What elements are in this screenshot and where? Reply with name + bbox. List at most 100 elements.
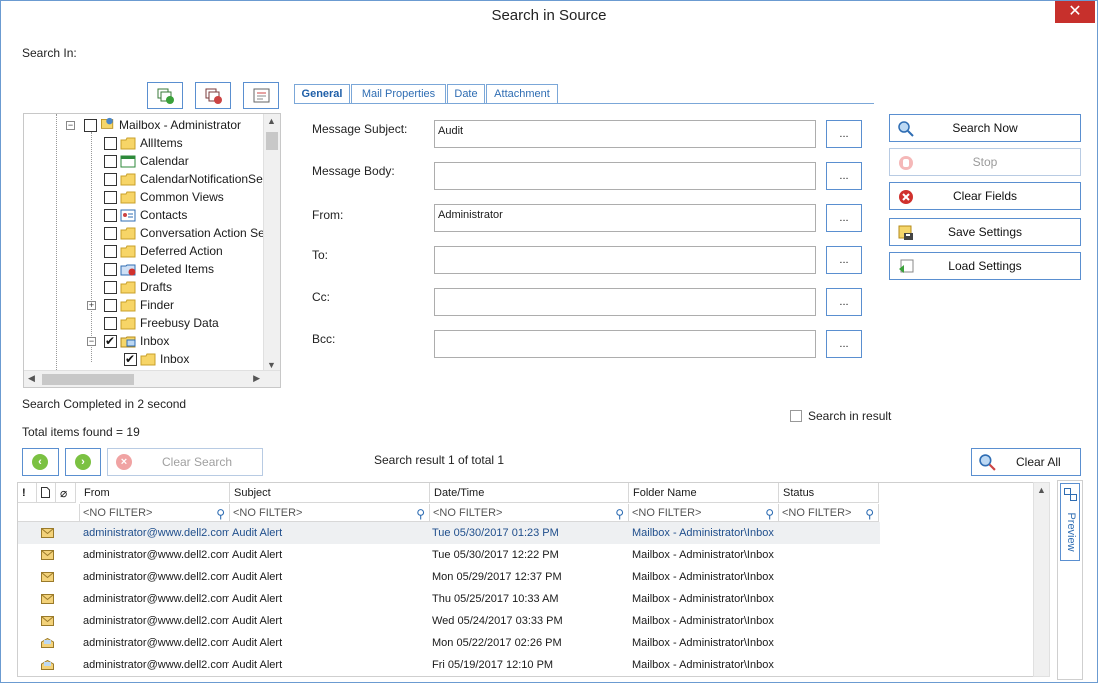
tree-item[interactable]: Contacts (24, 206, 264, 224)
tree-checkbox[interactable] (124, 350, 137, 368)
tab-attachment[interactable]: Attachment (486, 84, 558, 104)
preview-tab[interactable]: Preview (1060, 483, 1080, 561)
tree-checkbox[interactable] (104, 281, 117, 294)
to-browse-button[interactable]: ... (826, 246, 862, 274)
results-grid[interactable]: ! ⌀ From Subject Date/Time Folder Name S… (17, 482, 1049, 677)
column-status[interactable]: Status (779, 483, 879, 503)
column-folder[interactable]: Folder Name (629, 483, 779, 503)
tree-checkbox[interactable] (104, 332, 117, 350)
column-flag[interactable]: ! (18, 483, 37, 503)
expand-toggle[interactable]: + (87, 301, 96, 310)
subject-filter[interactable]: <NO FILTER> ⚲ (230, 504, 430, 522)
tree-checkbox[interactable] (104, 191, 117, 204)
search-icon[interactable]: ⚲ (865, 505, 874, 523)
column-subject[interactable]: Subject (230, 483, 430, 503)
bcc-input[interactable] (434, 330, 816, 358)
tree-horizontal-scrollbar[interactable]: ◀ ▶ (24, 370, 280, 387)
tree-checkbox[interactable] (104, 245, 117, 258)
tree-checkbox[interactable] (104, 137, 117, 150)
scroll-left-icon[interactable]: ◀ (28, 373, 35, 384)
tree-item[interactable]: CalendarNotificationSe (24, 170, 264, 188)
tree-item[interactable]: + Finder (24, 296, 264, 314)
table-row[interactable]: administrator@www.dell2.com Audit Alert Mo… (18, 566, 880, 588)
tree-checkbox[interactable] (104, 263, 117, 276)
tree-checkbox[interactable] (104, 209, 117, 222)
status-filter[interactable]: <NO FILTER> ⚲ (779, 504, 879, 522)
scroll-thumb[interactable] (266, 132, 278, 150)
tree-checkbox[interactable] (104, 299, 117, 312)
tree-checkbox[interactable] (104, 227, 117, 240)
table-row[interactable]: administrator@www.dell2.com Audit Alert Fr… (18, 654, 880, 676)
date-filter[interactable]: <NO FILTER> ⚲ (430, 504, 629, 522)
tree-item[interactable]: Deferred Action (24, 242, 264, 260)
next-result-button[interactable]: › (65, 448, 101, 476)
tab-general[interactable]: General (294, 84, 350, 104)
tree-checkbox[interactable] (104, 155, 117, 168)
cc-browse-button[interactable]: ... (826, 288, 862, 316)
tree-item[interactable]: − Inbox (24, 332, 264, 350)
collapse-toggle[interactable]: − (87, 337, 96, 346)
tree-item[interactable]: Common Views (24, 188, 264, 206)
collapse-toggle[interactable]: − (66, 121, 75, 130)
folder-tree[interactable]: − Mailbox - Administrator AllItems Calend… (23, 113, 281, 388)
save-settings-button[interactable]: Save Settings (889, 218, 1081, 246)
body-browse-button[interactable]: ... (826, 162, 862, 190)
from-browse-button[interactable]: ... (826, 204, 862, 232)
subject-browse-button[interactable]: ... (826, 120, 862, 148)
tree-checkbox[interactable] (104, 317, 117, 330)
table-row[interactable]: administrator@www.dell2.com Audit Alert Mo… (18, 632, 880, 654)
tree-checkbox[interactable] (104, 173, 117, 186)
column-date[interactable]: Date/Time (430, 483, 629, 503)
close-button[interactable]: ✕ (1055, 1, 1095, 23)
bcc-browse-button[interactable]: ... (826, 330, 862, 358)
select-folders-button[interactable] (147, 82, 183, 109)
tree-item[interactable]: Freebusy Data (24, 314, 264, 332)
column-attachment[interactable]: ⌀ (56, 483, 76, 503)
table-row[interactable]: administrator@www.dell2.com Audit Alert Tu… (18, 544, 880, 566)
clear-all-button[interactable]: Clear All (971, 448, 1081, 476)
from-filter[interactable]: <NO FILTER> ⚲ (80, 504, 230, 522)
tree-vertical-scrollbar[interactable]: ▲ ▼ (263, 114, 280, 372)
column-type[interactable] (37, 483, 56, 503)
hscroll-thumb[interactable] (42, 374, 134, 385)
clear-fields-button[interactable]: Clear Fields (889, 182, 1081, 210)
grid-scroll-up-icon[interactable]: ▲ (1037, 485, 1046, 495)
search-icon[interactable]: ⚲ (765, 505, 774, 523)
tab-mail-properties[interactable]: Mail Properties (351, 84, 446, 104)
select-multiple-button[interactable] (195, 82, 231, 109)
tree-root[interactable]: − Mailbox - Administrator (24, 116, 264, 134)
folder-filter[interactable]: <NO FILTER> ⚲ (629, 504, 779, 522)
scroll-up-icon[interactable]: ▲ (267, 116, 276, 126)
search-now-button[interactable]: Search Now (889, 114, 1081, 142)
search-icon[interactable]: ⚲ (416, 505, 425, 523)
tree-item[interactable]: Deleted Items (24, 260, 264, 278)
body-input[interactable] (434, 162, 816, 190)
table-row[interactable]: administrator@www.dell2.com Audit Alert We… (18, 610, 880, 632)
search-in-result-checkbox[interactable] (790, 410, 802, 422)
clear-search-button[interactable]: × Clear Search (107, 448, 263, 476)
load-settings-button[interactable]: Load Settings (889, 252, 1081, 280)
column-from[interactable]: From (80, 483, 230, 503)
table-row[interactable]: administrator@www.dell2.com Audit Alert Th… (18, 588, 880, 610)
search-icon[interactable]: ⚲ (216, 505, 225, 523)
subject-input[interactable]: Audit (434, 120, 816, 148)
search-icon[interactable]: ⚲ (615, 505, 624, 523)
tree-item[interactable]: Calendar (24, 152, 264, 170)
tree-item[interactable]: Conversation Action Se (24, 224, 265, 242)
tree-checkbox[interactable] (84, 119, 97, 132)
tree-item[interactable]: AllItems (24, 134, 264, 152)
scroll-right-icon[interactable]: ▶ (253, 373, 260, 384)
stop-button[interactable]: Stop (889, 148, 1081, 176)
table-row[interactable]: administrator@www.dell2.com Audit Alert Tu… (18, 522, 880, 544)
tree-item[interactable]: Drafts (24, 278, 264, 296)
from-input[interactable]: Administrator (434, 204, 816, 232)
previous-result-button[interactable]: ‹ (22, 448, 59, 476)
grid-vertical-scrollbar[interactable]: ▲ (1033, 482, 1050, 677)
scroll-down-icon[interactable]: ▼ (267, 360, 276, 370)
options-button[interactable] (243, 82, 279, 109)
envelope-open-icon (41, 638, 54, 648)
tab-date[interactable]: Date (447, 84, 485, 104)
cc-input[interactable] (434, 288, 816, 316)
tree-item[interactable]: Inbox (24, 350, 264, 368)
to-input[interactable] (434, 246, 816, 274)
